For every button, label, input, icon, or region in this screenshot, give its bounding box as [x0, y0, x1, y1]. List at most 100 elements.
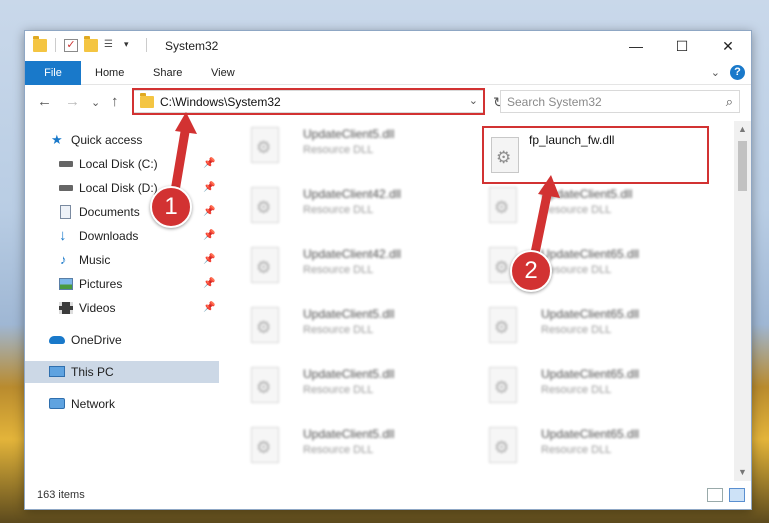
music-icon: ♪: [60, 252, 67, 267]
sidebar-item-label: Pictures: [79, 277, 123, 291]
sidebar-item-label: Downloads: [79, 229, 139, 243]
file-item[interactable]: UpdateClient65.dll Resource DLL: [481, 361, 711, 417]
expand-ribbon-icon[interactable]: ⌄: [711, 66, 720, 79]
tab-file[interactable]: File: [25, 61, 81, 85]
file-item[interactable]: UpdateClient5.dll Resource DLL: [481, 181, 711, 237]
sidebar-item-music[interactable]: ♪ Music 📌: [25, 249, 219, 271]
divider: [146, 38, 147, 52]
sidebar-item-local-disk-c[interactable]: Local Disk (C:) 📌: [25, 153, 219, 175]
sidebar-item-network[interactable]: Network: [25, 393, 219, 415]
dll-file-icon: [251, 127, 279, 163]
back-arrow-icon[interactable]: ←: [37, 93, 52, 110]
up-arrow-icon[interactable]: ↑: [111, 93, 119, 110]
ribbon-tabs: File Home Share View ⌄ ?: [25, 61, 751, 85]
file-name: UpdateClient65.dll: [541, 427, 640, 441]
pin-icon[interactable]: 📌: [203, 249, 215, 271]
sidebar-item-label: Videos: [79, 301, 116, 315]
ribbon-right-controls: ⌄ ?: [711, 65, 745, 80]
pin-icon[interactable]: 📌: [203, 201, 215, 223]
sidebar-item-pictures[interactable]: Pictures 📌: [25, 273, 219, 295]
details-view-icon[interactable]: [707, 488, 723, 502]
file-name: UpdateClient65.dll: [541, 247, 640, 261]
file-item[interactable]: UpdateClient5.dll Resource DLL: [243, 421, 473, 477]
pin-icon[interactable]: 📌: [203, 153, 215, 175]
sidebar-item-label: Quick access: [71, 133, 143, 147]
sidebar-item-videos[interactable]: Videos 📌: [25, 297, 219, 319]
step-1-badge: 1: [150, 186, 192, 228]
close-button[interactable]: ✕: [705, 31, 751, 61]
maximize-button[interactable]: ☐: [659, 31, 705, 61]
file-name: UpdateClient5.dll: [303, 127, 395, 141]
file-item[interactable]: UpdateClient42.dll Resource DLL: [243, 241, 473, 297]
file-name: UpdateClient65.dll: [541, 307, 640, 321]
file-item[interactable]: UpdateClient5.dll Resource DLL: [243, 361, 473, 417]
file-type: Resource DLL: [303, 204, 374, 216]
window-controls: — ☐ ✕: [613, 31, 751, 61]
file-name: UpdateClient5.dll: [303, 427, 395, 441]
sidebar-item-label: Local Disk (D:): [79, 181, 158, 195]
pin-icon[interactable]: 📌: [203, 297, 215, 319]
file-item[interactable]: UpdateClient5.dll Resource DLL: [243, 121, 473, 177]
pin-icon[interactable]: 📌: [203, 273, 215, 295]
minimize-button[interactable]: —: [613, 31, 659, 61]
downloads-icon: ↓: [59, 227, 67, 244]
sidebar-item-label: Network: [71, 397, 116, 411]
file-name: UpdateClient42.dll: [303, 187, 402, 201]
dll-file-icon: [489, 427, 517, 463]
large-icons-view-icon[interactable]: [729, 488, 745, 502]
sidebar-item-onedrive[interactable]: OneDrive: [25, 329, 219, 351]
sidebar-item-label: Local Disk (C:): [79, 157, 158, 171]
vertical-scrollbar[interactable]: ▲ ▼: [734, 121, 751, 481]
search-box[interactable]: Search System32 ⌕: [500, 90, 740, 113]
divider: [55, 38, 56, 52]
documents-icon: [60, 205, 71, 219]
sidebar-item-label: Music: [79, 253, 111, 267]
videos-icon: [59, 302, 73, 314]
file-name: UpdateClient5.dll: [541, 187, 633, 201]
scroll-down-icon[interactable]: ▼: [734, 464, 751, 481]
file-item[interactable]: UpdateClient65.dll Resource DLL: [481, 301, 711, 357]
file-type: Resource DLL: [541, 444, 612, 456]
recent-locations-icon[interactable]: ⌄: [91, 96, 100, 109]
address-highlight-box: [132, 88, 485, 115]
scroll-up-icon[interactable]: ▲: [734, 121, 751, 138]
drive-icon: [59, 185, 73, 191]
pc-icon: [49, 366, 65, 377]
file-type: Resource DLL: [541, 204, 612, 216]
title-bar: ✓ ☰ ▾ System32 — ☐ ✕: [25, 31, 751, 61]
file-name: UpdateClient5.dll: [303, 367, 395, 381]
pin-icon[interactable]: 📌: [203, 225, 215, 247]
tab-share[interactable]: Share: [143, 61, 192, 85]
step-2-badge: 2: [510, 250, 552, 292]
new-folder-icon[interactable]: [84, 35, 98, 52]
tab-home[interactable]: Home: [85, 61, 134, 85]
pictures-icon: [59, 278, 73, 290]
dll-file-icon: [251, 187, 279, 223]
dll-file-icon: [489, 307, 517, 343]
search-placeholder: Search System32: [507, 95, 602, 109]
forward-arrow-icon[interactable]: →: [65, 93, 80, 110]
tab-view[interactable]: View: [201, 61, 245, 85]
file-item[interactable]: UpdateClient65.dll Resource DLL: [481, 421, 711, 477]
onedrive-icon: [49, 336, 65, 344]
help-icon[interactable]: ?: [730, 65, 745, 80]
file-item[interactable]: UpdateClient42.dll Resource DLL: [243, 181, 473, 237]
file-type: Resource DLL: [303, 384, 374, 396]
customize-toolbar-icon[interactable]: ☰: [104, 39, 118, 52]
folder-icon: [33, 35, 47, 52]
dll-file-icon: [251, 367, 279, 403]
file-name: UpdateClient65.dll: [541, 367, 640, 381]
sidebar-item-downloads[interactable]: ↓ Downloads 📌: [25, 225, 219, 247]
sidebar-item-local-disk-d[interactable]: Local Disk (D:) 📌: [25, 177, 219, 199]
file-type: Resource DLL: [541, 324, 612, 336]
view-toggle: [707, 488, 745, 502]
scroll-thumb[interactable]: [738, 141, 747, 191]
sidebar-item-quick-access[interactable]: ★ Quick access: [25, 129, 219, 151]
sidebar-item-this-pc[interactable]: This PC: [25, 361, 219, 383]
file-item[interactable]: UpdateClient5.dll Resource DLL: [243, 301, 473, 357]
toolbar-dropdown-icon[interactable]: ▾: [124, 39, 138, 52]
file-type: Resource DLL: [303, 324, 374, 336]
dll-file-icon: [489, 367, 517, 403]
properties-icon[interactable]: ✓: [64, 38, 78, 52]
pin-icon[interactable]: 📌: [203, 177, 215, 199]
